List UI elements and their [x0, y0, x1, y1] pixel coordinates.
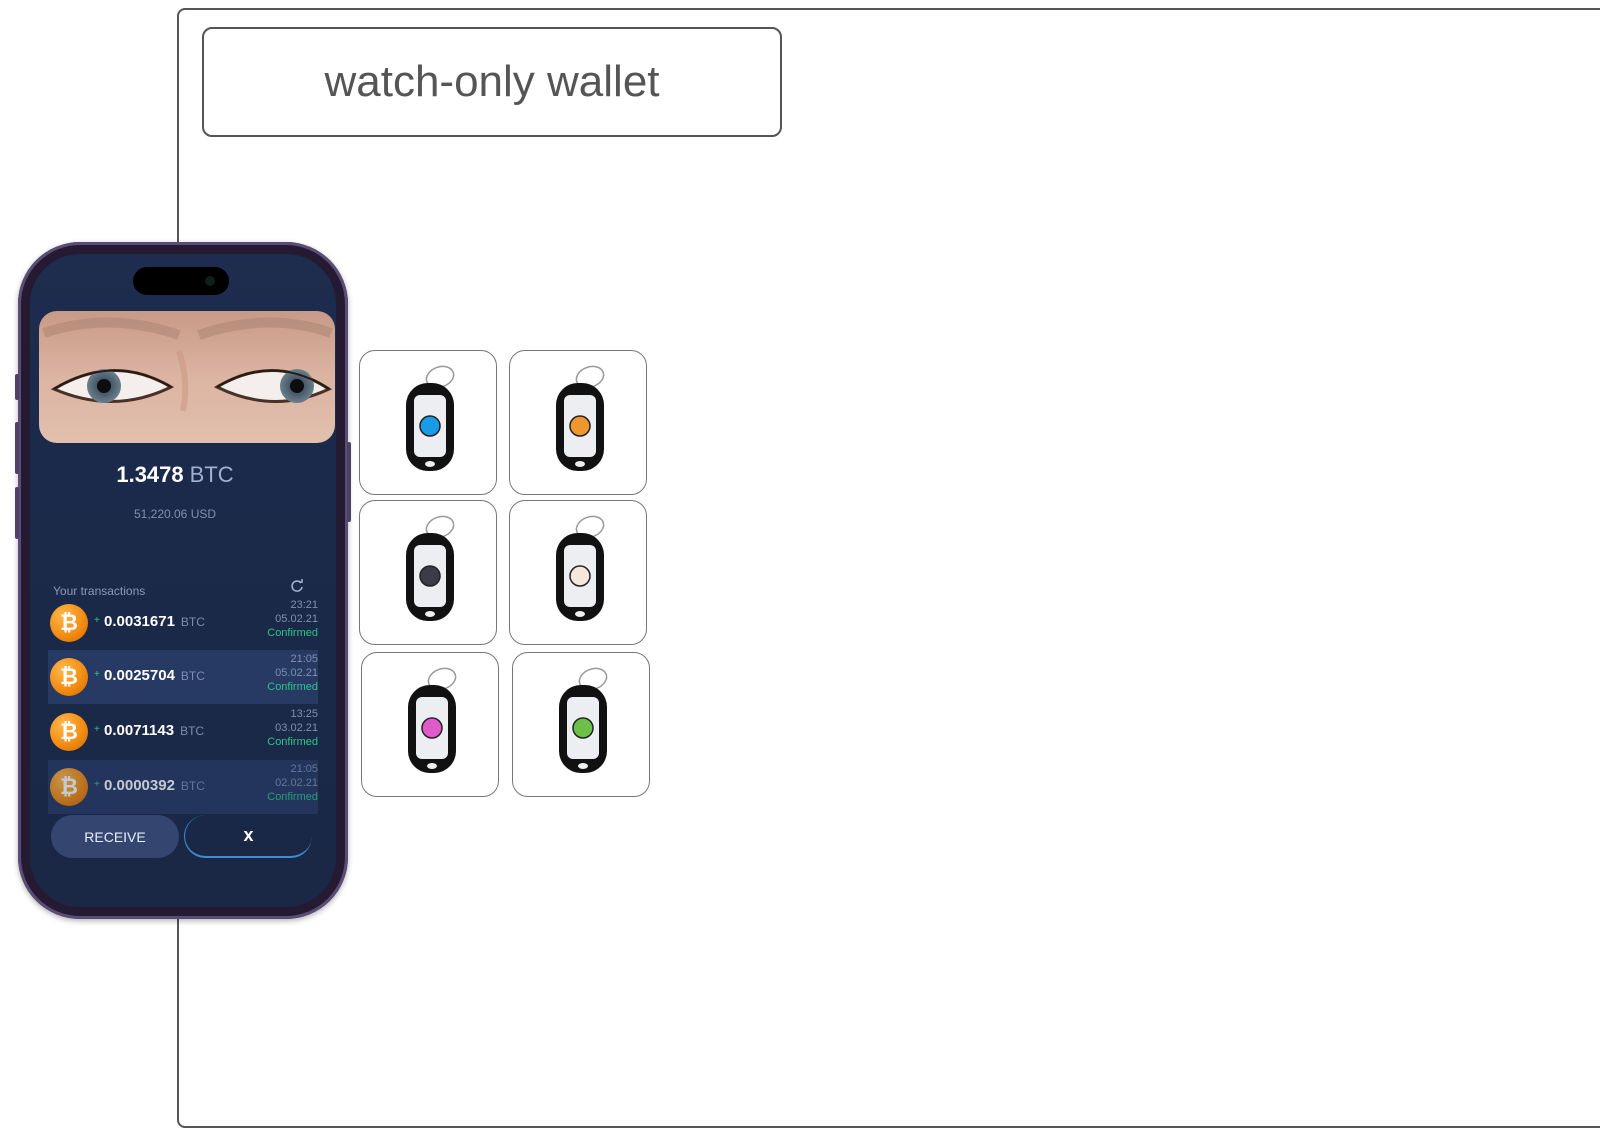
transaction-row[interactable]: ₿ + 0.0071143 BTC 13:25 03.02.21 Confirme… — [48, 705, 318, 759]
key-tag-card-pink[interactable] — [361, 652, 499, 797]
key-tag-card-green[interactable] — [512, 652, 650, 797]
key-tag-icon — [408, 667, 457, 773]
tx-meta: 21:05 02.02.21 Confirmed — [267, 762, 318, 804]
tx-date: 05.02.21 — [275, 667, 318, 679]
tx-amount: 0.0025704 BTC — [104, 667, 205, 684]
balance-value: 1.3478 — [116, 462, 184, 487]
tag-color-dot — [419, 415, 441, 437]
tx-date: 03.02.21 — [275, 722, 318, 734]
tx-sign: + — [94, 779, 100, 790]
bitcoin-icon: ₿ — [50, 768, 88, 806]
eyes-photo — [39, 311, 335, 443]
tx-time: 21:05 — [290, 653, 318, 665]
tag-color-dot — [419, 565, 441, 587]
eyes-image — [39, 311, 335, 443]
close-button[interactable]: x — [184, 815, 312, 858]
bitcoin-icon: ₿ — [50, 713, 88, 751]
receive-button[interactable]: RECEIVE — [51, 815, 179, 858]
tx-status: Confirmed — [267, 627, 318, 639]
tag-color-dot — [569, 415, 591, 437]
tx-sign: + — [94, 724, 100, 735]
phone-volume-down-button — [15, 487, 19, 539]
tx-meta: 21:05 05.02.21 Confirmed — [267, 652, 318, 694]
tx-sign: + — [94, 615, 100, 626]
tx-amount: 0.0071143 BTC — [104, 722, 205, 739]
phone-action-button — [15, 374, 19, 400]
tx-sign: + — [94, 669, 100, 680]
phone-screen: 1.3478 BTC 51,220.06 USD Your transaction… — [30, 254, 336, 907]
key-tag-card-blue[interactable] — [359, 350, 497, 495]
transaction-row[interactable]: ₿ + 0.0000392 BTC 21:05 02.02.21 Confirme… — [48, 760, 318, 814]
tx-time: 21:05 — [290, 763, 318, 775]
key-tag-icon — [556, 365, 605, 471]
tx-time: 23:21 — [290, 599, 318, 611]
dynamic-island — [133, 267, 229, 295]
key-tag-card-orange[interactable] — [509, 350, 647, 495]
tx-date: 02.02.21 — [275, 777, 318, 789]
tx-date: 05.02.21 — [275, 613, 318, 625]
phone-volume-up-button — [15, 422, 19, 474]
key-tag-card-black[interactable] — [359, 500, 497, 645]
tx-status: Confirmed — [267, 736, 318, 748]
bitcoin-icon: ₿ — [50, 604, 88, 642]
tx-status: Confirmed — [267, 791, 318, 803]
tag-color-dot — [569, 565, 591, 587]
key-tag-icon — [559, 667, 608, 773]
tag-color-dot — [572, 717, 594, 739]
tx-time: 13:25 — [290, 708, 318, 720]
key-tag-icon — [406, 515, 455, 621]
tx-status: Confirmed — [267, 681, 318, 693]
title-box: watch-only wallet — [202, 27, 782, 137]
phone-mockup: 1.3478 BTC 51,220.06 USD Your transaction… — [15, 242, 351, 919]
tag-color-dot — [421, 717, 443, 739]
key-tag-icon — [406, 365, 455, 471]
balance-unit: BTC — [189, 462, 234, 487]
balance-amount: 1.3478 BTC — [30, 462, 320, 488]
page-title: watch-only wallet — [324, 57, 660, 106]
key-tag-card-beige[interactable] — [509, 500, 647, 645]
bitcoin-icon: ₿ — [50, 658, 88, 696]
balance-fiat: 51,220.06 USD — [133, 507, 217, 521]
phone-power-button — [347, 442, 351, 522]
transaction-row[interactable]: ₿ + 0.0031671 BTC 23:21 05.02.21 Confirme… — [48, 596, 318, 650]
refresh-icon[interactable] — [290, 579, 304, 593]
tx-meta: 13:25 03.02.21 Confirmed — [267, 707, 318, 749]
tx-amount: 0.0031671 BTC — [104, 613, 205, 630]
key-tag-icon — [556, 515, 605, 621]
tx-meta: 23:21 05.02.21 Confirmed — [267, 598, 318, 640]
tx-amount: 0.0000392 BTC — [104, 777, 205, 794]
transaction-row[interactable]: ₿ + 0.0025704 BTC 21:05 05.02.21 Confirme… — [48, 650, 318, 704]
